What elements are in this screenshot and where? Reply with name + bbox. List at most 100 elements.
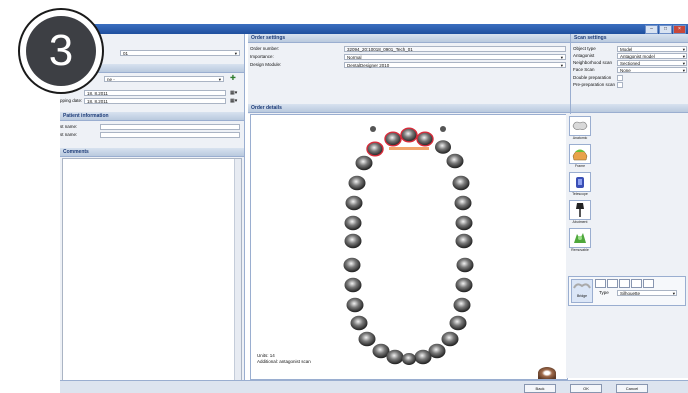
face-scan-select[interactable]: None ▾ [617,67,687,73]
minimize-button[interactable]: – [645,25,658,34]
antagonist-select[interactable]: Antagonist model ▾ [617,53,687,59]
face-scan-value: None [620,68,631,73]
tooth-right-9[interactable] [441,331,459,347]
grid-icon[interactable] [643,279,654,288]
additional-text: Additional: antagonist scan [257,359,311,364]
chevron-down-icon: ▾ [218,77,221,82]
calendar-icon[interactable]: ▦▾ [230,98,237,104]
order-details-header: Order details [248,104,573,113]
double-preparation-label: Double preparation [573,75,612,80]
shipping-date-value: 18. 8.2011 [87,99,108,104]
object-type-value: Model [620,47,633,52]
dental-arch-svg [343,126,474,365]
removable-denture-icon [569,228,591,248]
tooth-right-11[interactable] [414,349,432,365]
tooth-right-2[interactable] [454,195,472,211]
pre-preparation-checkbox[interactable] [617,82,623,88]
comments-scrollbar[interactable] [234,159,241,387]
design-module-value: DentalDesigner 2010 [347,63,390,68]
tooth-left-6[interactable] [344,277,362,293]
tooth-upper-canine-left[interactable] [366,141,384,157]
wave-alt-icon[interactable] [631,279,642,288]
maximize-button[interactable]: □ [659,25,672,34]
bridge-connector [389,147,429,150]
tooth-right-4[interactable] [455,233,473,249]
double-preparation-checkbox[interactable] [617,75,623,81]
pontic-icon[interactable] [595,279,606,288]
tooth-upper-front-2[interactable] [416,131,434,147]
tooth-left-9[interactable] [358,331,376,347]
order-date-field[interactable]: 18. 8.2011 [84,90,226,96]
tool-abutment[interactable]: Abutment [569,200,591,224]
order-number-field[interactable]: 32094_20:10018_0901_Tech_01 [344,46,566,52]
patient-info-header: Patient information [60,112,244,121]
wave-icon[interactable] [619,279,630,288]
order-details-header-right [571,104,688,113]
bridge-type-select[interactable]: Silhouette ▾ [617,290,677,296]
object-type-label: Object type [573,46,596,51]
order-settings-panel: Order settings Order number: 32094_20:10… [248,34,573,114]
tool-telescope[interactable]: Telescope [569,172,591,196]
neighborhood-scan-label: Neighborhood scan [573,60,613,65]
step-number: 3 [26,16,96,86]
tooth-left-8[interactable] [350,315,368,331]
tooth-left-5[interactable] [343,257,361,273]
comments-textarea[interactable] [62,158,242,388]
antagonist-value: Antagonist model [620,54,655,59]
tooth-right-3[interactable] [455,215,473,231]
design-module-select[interactable]: DentalDesigner 2010 ▾ [344,62,566,68]
last-name-field[interactable] [100,132,240,138]
tooth-right-8[interactable] [449,315,467,331]
object-type-select[interactable]: Model ▾ [617,46,687,52]
last-name-label: st name: [60,132,78,137]
tooth-left-0[interactable] [355,155,373,171]
importance-label: Importance: [250,54,274,59]
tooth-left-4[interactable] [344,233,362,249]
tooth-upper-canine-right[interactable] [435,140,451,154]
scan-settings-panel: Scan settings Object type Model ▾ Antagon… [570,34,688,114]
tooth-upper-front-0[interactable] [384,131,402,147]
importance-select[interactable]: Normal ▾ [344,54,566,60]
tooth-left-2[interactable] [345,195,363,211]
customer-select[interactable]: 01 ▾ [120,50,240,56]
anatomic-crown-icon [569,116,591,136]
operator-select-value: ne - [107,77,115,82]
tooth-right-6[interactable] [455,277,473,293]
order-number-value: 32094_20:10018_0901_Tech_01 [347,47,413,52]
tool-frame[interactable]: Frame [569,144,591,168]
bridge-type-icons [595,279,654,288]
close-button[interactable]: × [673,25,686,34]
chevron-down-icon: ▾ [672,291,675,296]
tooth-right-0[interactable] [446,153,464,169]
shipping-date-field[interactable]: 18. 8.2011 [84,98,226,104]
chevron-down-icon: ▾ [560,63,563,68]
marker-dot [440,126,446,132]
add-icon[interactable]: ✚ [230,74,236,82]
bridge-icon [573,283,591,289]
marker-dot [370,126,376,132]
tooth-upper-front-1[interactable] [400,127,418,143]
tooth-left-1[interactable] [348,175,366,191]
operator-select[interactable]: ne - ▾ [104,76,224,82]
calendar-icon[interactable]: ▦▾ [230,90,237,96]
tool-removable-label: Removable [571,248,589,252]
tooth-left-3[interactable] [344,215,362,231]
tooth-left-11[interactable] [386,349,404,365]
tool-removable[interactable]: Removable [569,228,591,252]
tooth-right-1[interactable] [452,175,470,191]
design-module-label: Design Module: [250,62,282,67]
tooth-right-5[interactable] [456,257,474,273]
connector-icon[interactable] [607,279,618,288]
neighborhood-scan-select[interactable]: Sectioned ▾ [617,60,687,66]
tooth-lower-front[interactable] [402,353,416,365]
tooth-chart-canvas[interactable]: Units: 14 Additional: antagonist scan [250,114,568,380]
face-scan-label: Face Scan [573,67,595,72]
first-name-field[interactable] [100,124,240,130]
chevron-down-icon: ▾ [560,55,563,60]
comments-header: Comments [60,148,244,157]
tooth-left-7[interactable] [346,297,364,313]
tooth-right-7[interactable] [453,297,471,313]
scan-settings-header: Scan settings [571,34,688,43]
bridge-button[interactable]: Bridge [571,279,593,303]
tool-anatomic[interactable]: Anatomic [569,116,591,140]
